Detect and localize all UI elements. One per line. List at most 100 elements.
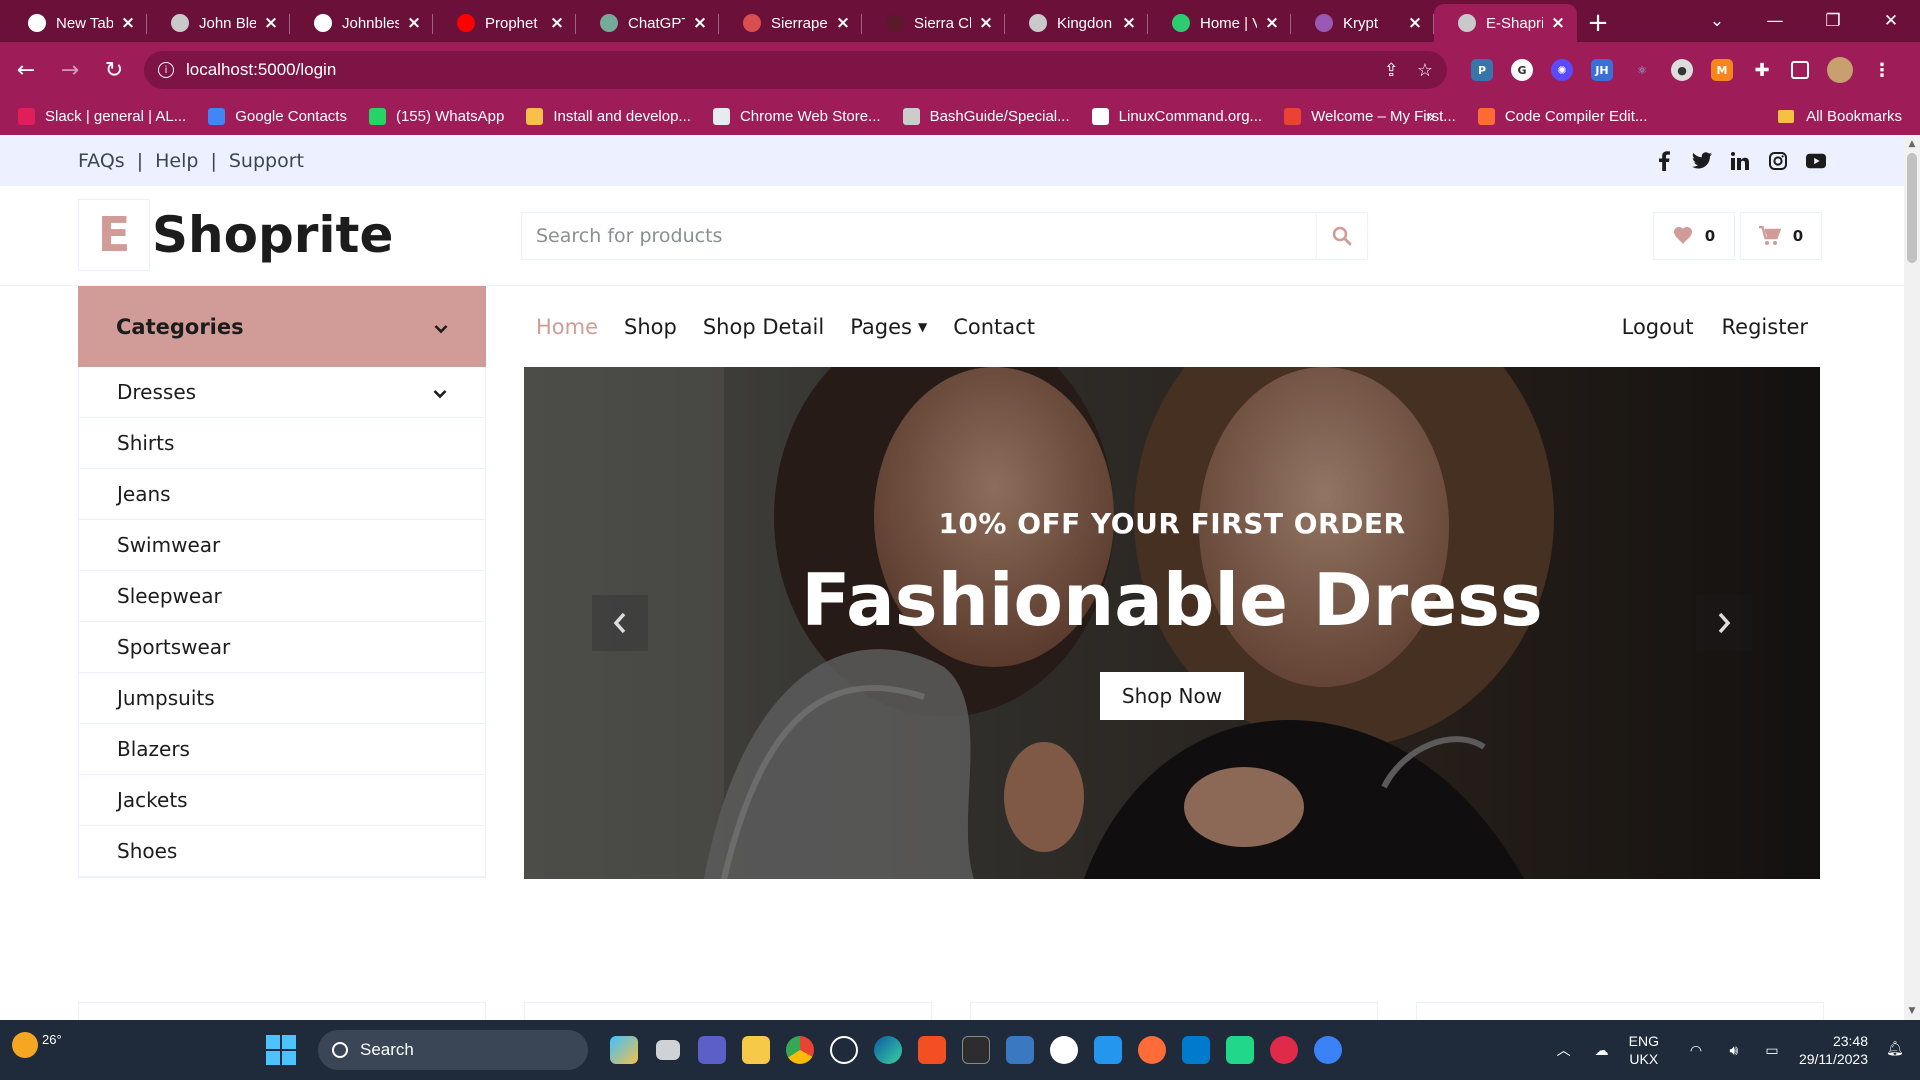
- start-button[interactable]: [266, 1035, 296, 1065]
- profile-avatar[interactable]: [1827, 57, 1853, 83]
- categories-toggle[interactable]: Categories: [78, 286, 486, 367]
- grammar-extension-icon[interactable]: G: [1511, 59, 1533, 81]
- language-indicator[interactable]: ENG UKX: [1629, 1032, 1659, 1068]
- search-button[interactable]: [1316, 213, 1367, 259]
- bookmark-star-icon[interactable]: ☆: [1417, 60, 1433, 81]
- bookmark-item[interactable]: Slack | general | AL...: [18, 108, 186, 125]
- tab-close-icon[interactable]: ×: [1263, 13, 1281, 33]
- notification-bell-icon[interactable]: 🔔︎: [1886, 1040, 1906, 1060]
- weather-widget[interactable]: 26°: [12, 1032, 62, 1058]
- tab-close-icon[interactable]: ×: [1406, 13, 1424, 33]
- search-input[interactable]: [522, 213, 1316, 259]
- bookmark-item[interactable]: Google Contacts: [208, 108, 347, 125]
- bookmark-item[interactable]: LinuxCommand.org...: [1091, 108, 1262, 125]
- category-item[interactable]: Jeans: [79, 469, 485, 520]
- virtualbox-icon[interactable]: [998, 1028, 1042, 1072]
- bookmark-item[interactable]: BashGuide/Special...: [902, 108, 1070, 125]
- terminal-icon[interactable]: [954, 1028, 998, 1072]
- help-link[interactable]: Help: [155, 150, 198, 172]
- nav-pages-dropdown[interactable]: Pages ▼: [850, 315, 927, 339]
- browser-tab[interactable]: Sierrape ×: [719, 4, 862, 42]
- cart-button[interactable]: 0: [1740, 212, 1822, 260]
- category-item[interactable]: Blazers: [79, 724, 485, 775]
- browser-tab[interactable]: Krypt ×: [1291, 4, 1434, 42]
- metamask-icon[interactable]: M: [1711, 59, 1733, 81]
- facebook-icon[interactable]: [1654, 150, 1674, 171]
- nav-shop[interactable]: Shop: [624, 315, 677, 339]
- bookmark-item[interactable]: (155) WhatsApp: [368, 108, 504, 125]
- twitter-icon[interactable]: [1692, 151, 1712, 171]
- wifi-icon[interactable]: ◠: [1685, 1042, 1707, 1059]
- store-icon[interactable]: [910, 1028, 954, 1072]
- category-item[interactable]: Dresses: [79, 367, 485, 418]
- browser-tab[interactable]: E-Shapri ×: [1434, 4, 1577, 42]
- browser-tab[interactable]: Sierra Ch ×: [862, 4, 1005, 42]
- settings-app-icon[interactable]: [1306, 1028, 1350, 1072]
- side-panel-icon[interactable]: [1791, 61, 1809, 79]
- reload-button[interactable]: ↻: [96, 52, 132, 88]
- share-icon[interactable]: ⇪: [1384, 60, 1399, 81]
- jh-extension-icon[interactable]: JH: [1591, 59, 1613, 81]
- site-logo[interactable]: E Shoprite: [78, 199, 393, 271]
- address-bar[interactable]: i localhost:5000/login ⇪ ☆: [144, 51, 1447, 89]
- site-info-icon[interactable]: i: [158, 62, 174, 78]
- cloud-offline-icon[interactable]: ☁: [1591, 1042, 1613, 1059]
- tab-close-icon[interactable]: ×: [1120, 13, 1138, 33]
- bookmarks-overflow-button[interactable]: »: [1425, 107, 1435, 126]
- shop-now-button[interactable]: Shop Now: [1099, 672, 1245, 720]
- scrollbar-thumb[interactable]: [1907, 153, 1917, 263]
- tab-close-icon[interactable]: ×: [119, 13, 137, 33]
- app-icon[interactable]: [1262, 1028, 1306, 1072]
- react-devtools-icon[interactable]: ⚛: [1631, 59, 1653, 81]
- edge-icon[interactable]: [866, 1028, 910, 1072]
- page-scrollbar[interactable]: ▲ ▼: [1904, 135, 1920, 1020]
- puzzle-extensions-icon[interactable]: ✚: [1751, 59, 1773, 81]
- url-text[interactable]: localhost:5000/login: [186, 60, 1366, 80]
- faqs-link[interactable]: FAQs: [78, 150, 125, 172]
- back-button[interactable]: ←: [8, 52, 44, 88]
- linux-penguin-icon[interactable]: [1042, 1028, 1086, 1072]
- category-item[interactable]: Jumpsuits: [79, 673, 485, 724]
- chevron-up-icon[interactable]: ︿: [1553, 1040, 1575, 1060]
- gear-extension-icon[interactable]: ✺: [1551, 59, 1573, 81]
- linkedin-icon[interactable]: [1730, 151, 1750, 171]
- browser-tab[interactable]: John Ble ×: [147, 4, 290, 42]
- category-item[interactable]: Shirts: [79, 418, 485, 469]
- tab-close-icon[interactable]: ×: [405, 13, 423, 33]
- minimize-button[interactable]: —: [1746, 11, 1804, 31]
- tab-search-icon[interactable]: ⌄: [1688, 11, 1746, 31]
- tab-close-icon[interactable]: ×: [691, 13, 709, 33]
- tab-close-icon[interactable]: ×: [1549, 13, 1567, 33]
- python-extension-icon[interactable]: P: [1471, 59, 1493, 81]
- category-item[interactable]: Sportswear: [79, 622, 485, 673]
- forward-button[interactable]: →: [52, 52, 88, 88]
- browser-tab[interactable]: Prophet ×: [433, 4, 576, 42]
- file-explorer-icon[interactable]: [734, 1028, 778, 1072]
- battery-icon[interactable]: ▭: [1761, 1042, 1783, 1059]
- taskbar-search[interactable]: Search: [318, 1030, 588, 1070]
- browser-tab[interactable]: Kingdon ×: [1005, 4, 1148, 42]
- browser-tab[interactable]: Home | V ×: [1148, 4, 1291, 42]
- category-item[interactable]: Shoes: [79, 826, 485, 877]
- nav-home[interactable]: Home: [536, 315, 598, 339]
- nav-shop-detail[interactable]: Shop Detail: [703, 315, 824, 339]
- tab-close-icon[interactable]: ×: [548, 13, 566, 33]
- teams-icon[interactable]: [690, 1028, 734, 1072]
- bookmark-item[interactable]: Code Compiler Edit...: [1477, 108, 1647, 125]
- category-item[interactable]: Sleepwear: [79, 571, 485, 622]
- copilot-icon[interactable]: [602, 1028, 646, 1072]
- support-link[interactable]: Support: [229, 150, 304, 172]
- bookmark-item[interactable]: Install and develop...: [526, 108, 691, 125]
- extension-icon[interactable]: ●: [1671, 59, 1693, 81]
- dell-icon[interactable]: [822, 1028, 866, 1072]
- task-view-icon[interactable]: [646, 1028, 690, 1072]
- new-tab-button[interactable]: +: [1577, 4, 1619, 42]
- logout-link[interactable]: Logout: [1622, 315, 1694, 339]
- clock[interactable]: 23:48 29/11/2023: [1799, 1032, 1868, 1068]
- webstorm-icon[interactable]: [1218, 1028, 1262, 1072]
- tab-close-icon[interactable]: ×: [262, 13, 280, 33]
- close-window-button[interactable]: ✕: [1862, 11, 1920, 31]
- docker-icon[interactable]: [1086, 1028, 1130, 1072]
- tab-close-icon[interactable]: ×: [834, 13, 852, 33]
- postman-icon[interactable]: [1130, 1028, 1174, 1072]
